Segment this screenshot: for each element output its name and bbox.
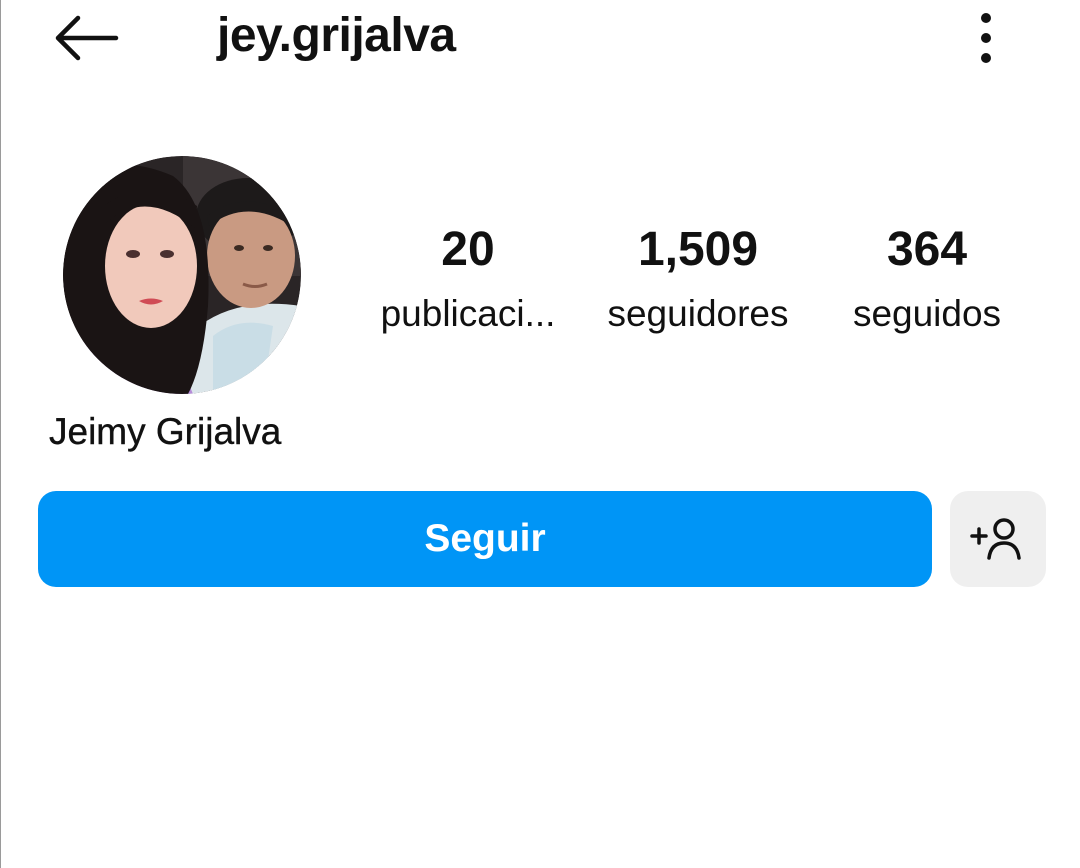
posts-label: publicaci... bbox=[380, 293, 556, 334]
add-person-icon bbox=[970, 518, 1021, 560]
profile-full-name: Jeimy Grijalva bbox=[49, 411, 282, 452]
stat-followers[interactable]: 1,509 seguidores bbox=[591, 220, 805, 338]
arrow-left-icon bbox=[55, 15, 119, 61]
back-button[interactable] bbox=[45, 8, 125, 68]
following-count: 364 bbox=[886, 223, 968, 276]
stat-following[interactable]: 364 seguidos bbox=[837, 220, 1017, 338]
avatar[interactable] bbox=[63, 156, 301, 394]
stat-posts[interactable]: 20 publicaci... bbox=[367, 220, 569, 338]
followers-label: seguidores bbox=[607, 293, 789, 334]
profile-photo bbox=[63, 156, 301, 394]
profile-page: jey.grijalva 20 publicaci... 1,509 segui… bbox=[0, 0, 1080, 868]
suggested-users-button[interactable] bbox=[950, 491, 1046, 587]
more-options-button[interactable] bbox=[961, 8, 1011, 68]
following-label: seguidos bbox=[852, 293, 1002, 334]
posts-count: 20 bbox=[441, 223, 495, 276]
more-vertical-icon bbox=[981, 13, 991, 63]
followers-count: 1,509 bbox=[637, 223, 759, 276]
follow-button[interactable]: Seguir bbox=[38, 491, 932, 587]
follow-button-label: Seguir bbox=[424, 517, 546, 560]
profile-username: jey.grijalva bbox=[217, 9, 456, 62]
